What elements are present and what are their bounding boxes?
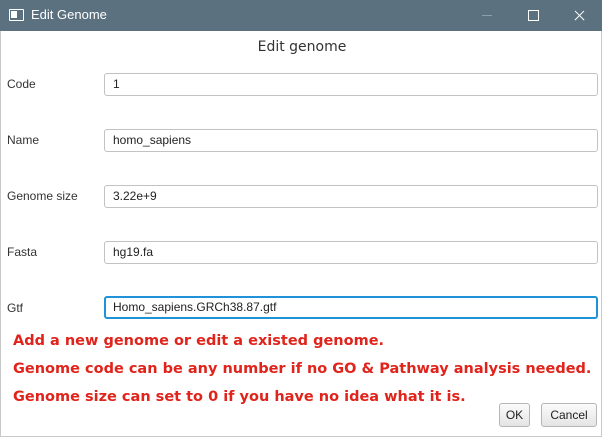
window-title: Edit Genome	[31, 7, 107, 22]
title-bar: Edit Genome	[0, 0, 602, 31]
name-label: Name	[7, 133, 40, 147]
window-app-icon	[9, 9, 24, 21]
help-note-3: Genome size can set to 0 if you have no …	[13, 389, 466, 405]
name-field[interactable]: homo_sapiens	[104, 129, 598, 152]
cancel-button[interactable]: Cancel	[541, 403, 597, 427]
genome-size-label: Genome size	[7, 189, 78, 203]
genome-size-field[interactable]: 3.22e+9	[104, 185, 598, 208]
code-label: Code	[7, 77, 36, 91]
maximize-button[interactable]	[510, 0, 556, 31]
fasta-field[interactable]: hg19.fa	[104, 241, 598, 264]
fasta-label: Fasta	[7, 245, 38, 259]
gtf-field[interactable]: Homo_sapiens.GRCh38.87.gtf	[104, 296, 598, 319]
minimize-button[interactable]	[464, 0, 510, 31]
ok-button[interactable]: OK	[499, 403, 530, 427]
gtf-label: Gtf	[7, 301, 24, 315]
help-note-1: Add a new genome or edit a existed genom…	[13, 333, 385, 349]
edit-genome-dialog: Edit genome Code 1 Name homo_sapiens Gen…	[0, 31, 602, 437]
close-button[interactable]	[556, 0, 602, 31]
code-field[interactable]: 1	[104, 73, 598, 96]
help-note-2: Genome code can be any number if no GO &…	[13, 361, 592, 377]
dialog-heading: Edit genome	[257, 39, 347, 55]
